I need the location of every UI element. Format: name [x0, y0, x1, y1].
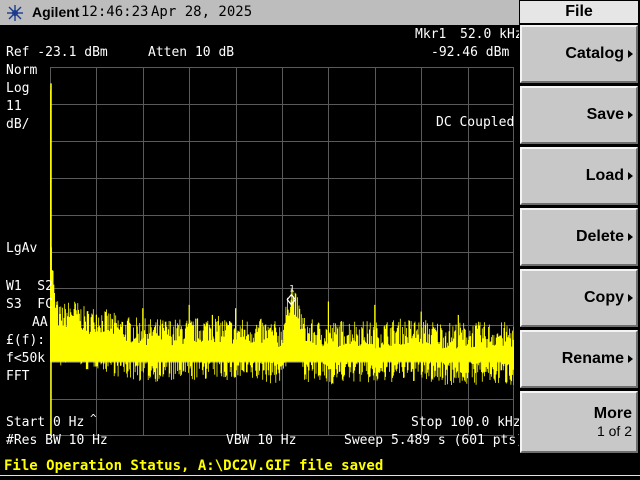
center-caret-icon: ^	[90, 412, 97, 425]
video-bandwidth: VBW 10 Hz	[226, 433, 297, 448]
submenu-arrow-icon	[628, 294, 633, 302]
scale-value: 11	[6, 99, 22, 114]
clock-time: 12:46:23	[81, 4, 149, 20]
function-label: £(f):	[6, 333, 46, 348]
softkey-label: Save	[586, 106, 624, 123]
status-underline	[0, 475, 640, 476]
clock-date: Apr 28, 2025	[151, 4, 253, 20]
display-screen: 1	[0, 25, 519, 455]
submenu-arrow-icon	[628, 50, 633, 58]
softkey-save[interactable]: Save	[520, 86, 638, 144]
resolution-bandwidth: #Res BW 10 Hz	[6, 433, 108, 448]
reference-level: Ref -23.1 dBm	[6, 45, 108, 60]
softkey-label: More	[593, 405, 632, 422]
softkey-copy[interactable]: Copy	[520, 269, 638, 327]
softkey-menu-title: File	[520, 1, 638, 23]
softkey-load[interactable]: Load	[520, 147, 638, 205]
marker-level: -92.46 dBm	[431, 45, 510, 60]
trace-s3-label: S3 FC	[6, 297, 53, 312]
softkey-label: Copy	[584, 289, 624, 306]
brand-label: Agilent	[32, 4, 80, 20]
freq-limit-label: f<50k	[6, 351, 46, 366]
softkey-label: Catalog	[565, 45, 624, 62]
scale-type: Log	[6, 81, 30, 96]
marker-frequency: 52.0 kHz	[460, 27, 523, 42]
stop-frequency: Stop 100.0 kHz	[411, 415, 521, 430]
softkey-page-indicator: 1 of 2	[596, 423, 632, 439]
attenuation: Atten 10 dB	[148, 45, 235, 60]
agilent-spark-icon	[7, 5, 23, 21]
submenu-arrow-icon	[628, 233, 633, 241]
marker-label: Mkr1	[415, 27, 447, 42]
softkey-catalog[interactable]: Catalog	[520, 25, 638, 83]
marker-number: 1	[289, 285, 294, 295]
title-bar: Agilent 12:46:23 Apr 28, 2025	[0, 0, 519, 25]
status-message: File Operation Status, A:\DC2V.GIF file …	[4, 458, 384, 474]
start-frequency: Start 0 Hz	[6, 415, 85, 430]
averaging-label: LgAv	[6, 241, 38, 256]
submenu-arrow-icon	[628, 172, 633, 180]
fft-label: FFT	[6, 369, 30, 384]
softkey-label: Rename	[561, 350, 624, 367]
scale-unit: dB/	[6, 117, 30, 132]
sweep-time: Sweep 5.489 s (601 pts)	[344, 433, 525, 448]
coupling-label: DC Coupled	[436, 115, 515, 130]
aa-label: AA	[32, 315, 48, 330]
softkey-more[interactable]: More 1 of 2	[520, 391, 638, 453]
softkey-delete[interactable]: Delete	[520, 208, 638, 266]
submenu-arrow-icon	[628, 355, 633, 363]
softkey-rename[interactable]: Rename	[520, 330, 638, 388]
scale-mode: Norm	[6, 63, 38, 78]
softkey-label: Load	[585, 167, 624, 184]
submenu-arrow-icon	[628, 111, 633, 119]
softkey-label: Delete	[575, 228, 624, 245]
trace-w1-label: W1 S2	[6, 279, 53, 294]
